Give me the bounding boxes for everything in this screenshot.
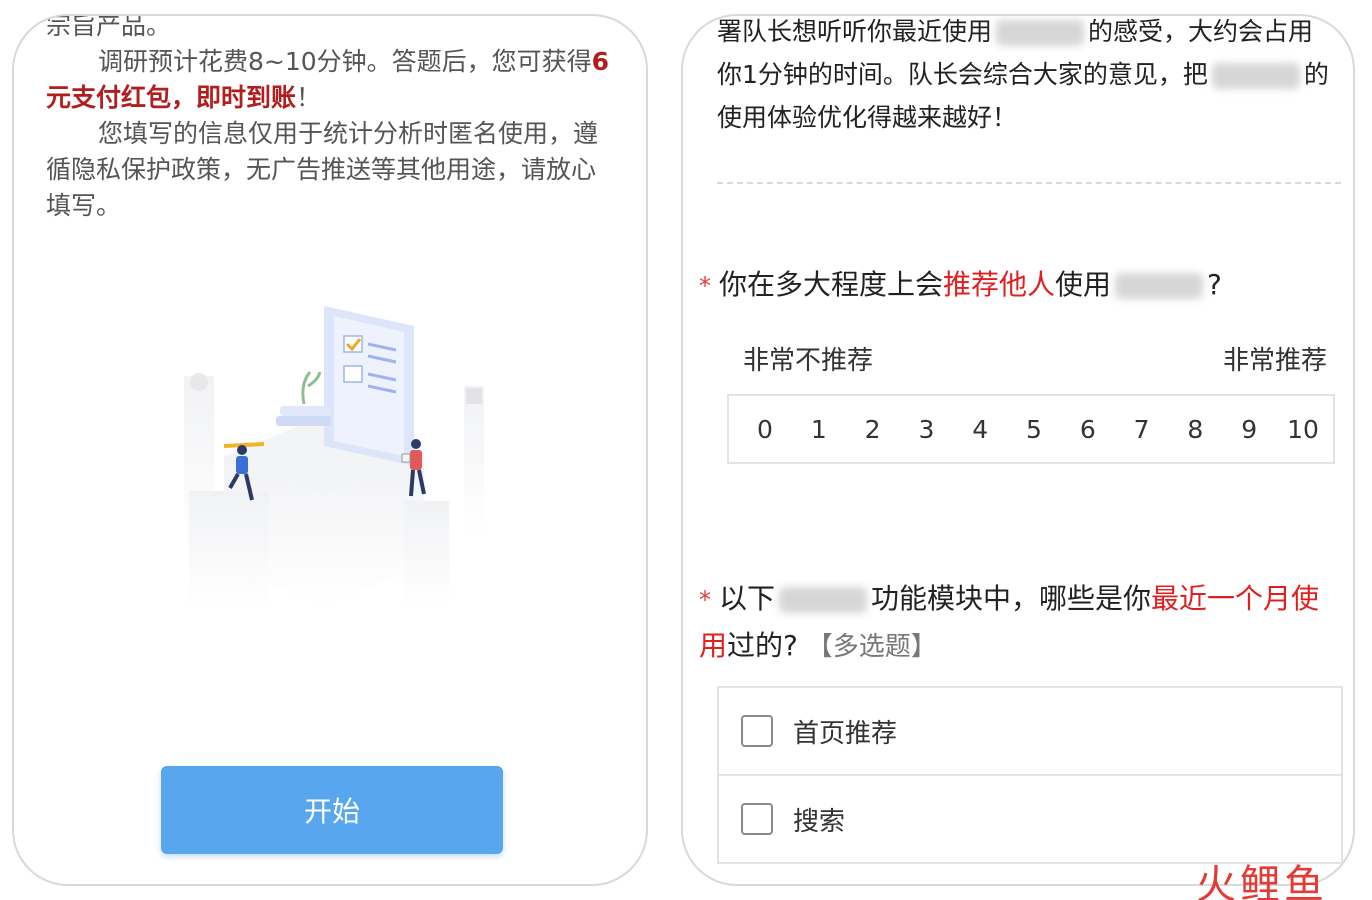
watermark-logo: 火鲤鱼 [1196,862,1328,900]
survey-illustration [184,306,484,611]
required-star: * [699,272,711,300]
rating-option-2[interactable]: 2 [855,415,891,444]
scale-low-label: 非常不推荐 [743,346,874,376]
question-text: 过的? [727,629,798,662]
question-features-used: * 以下 功能模块中，哪些是你最近一个月使用过的? 【多选题】 [699,576,1333,670]
right-phone-screen: 署队长想听听你最近使用 的感受，大约会占用你1分钟的时间。队长会综合大家的意见，把… [681,14,1355,886]
intro-paragraph-privacy: 您填写的信息仅用于统计分析时匿名使用，遵循隐私保护政策，无广告推送等其他用途，请… [46,119,599,220]
rating-option-4[interactable]: 4 [962,415,998,444]
option-label: 首页推荐 [793,718,898,749]
blurred-app-name [779,587,868,613]
option-label: 搜索 [793,806,846,837]
rating-option-1[interactable]: 1 [801,415,837,444]
greeting-text-1: 署队长想听听你最近使用 [717,17,993,46]
option-search[interactable]: 搜索 [719,776,1341,864]
start-button[interactable]: 开始 [161,766,503,854]
blurred-app-name [996,20,1085,46]
intro-duration-text: 调研预计花费8~10分钟。答题后，您可获得 [98,47,592,76]
question-end: ? [1207,268,1222,301]
question-text: 你在多大程度上会 [719,268,944,301]
option-home-recommend[interactable]: 首页推荐 [719,688,1341,776]
rating-option-5[interactable]: 5 [1016,415,1052,444]
left-phone-screen: 宗旨产品。 调研预计花费8~10分钟。答题后，您可获得6元支付红包，即时到账！ … [12,14,648,886]
blurred-app-name [1211,63,1300,89]
intro-exclaim: ！ [296,83,322,112]
rating-option-8[interactable]: 8 [1177,415,1213,444]
checkbox[interactable] [741,715,773,747]
intro-top-line: 宗旨产品。 [46,14,172,40]
intro-paragraph-reward: 调研预计花费8~10分钟。答题后，您可获得6元支付红包，即时到账！ [46,44,616,116]
question-recommend: * 你在多大程度上会推荐他人使用? [699,262,1333,309]
question-text: 功能模块中，哪些是你 [871,582,1152,615]
required-star: * [699,586,711,614]
rating-option-0[interactable]: 0 [747,415,783,444]
rating-option-9[interactable]: 9 [1231,415,1267,444]
question-text: 以下 [719,582,776,615]
blurred-app-name [1115,273,1204,299]
scale-high-label: 非常推荐 [1222,346,1327,376]
rating-option-10[interactable]: 10 [1285,415,1321,444]
survey-greeting: 署队长想听听你最近使用 的感受，大约会占用你1分钟的时间。队长会综合大家的意见，把… [717,16,1329,139]
rating-option-7[interactable]: 7 [1124,415,1160,444]
question-text: 使用 [1055,268,1112,301]
nps-scale-labels: 非常不推荐 非常推荐 [743,340,1327,377]
multi-select-tag: 【多选题】 [806,632,937,662]
question-highlight: 推荐他人 [943,268,1056,301]
rating-option-6[interactable]: 6 [1070,415,1106,444]
nps-rating-scale: 0 1 2 3 4 5 6 7 8 9 10 [727,394,1335,464]
feature-options-list: 首页推荐 搜索 [717,686,1343,864]
checkbox[interactable] [741,803,773,835]
survey-intro: 宗旨产品。 调研预计花费8~10分钟。答题后，您可获得6元支付红包，即时到账！ … [46,14,616,224]
dashed-divider [717,182,1341,184]
rating-option-3[interactable]: 3 [908,415,944,444]
